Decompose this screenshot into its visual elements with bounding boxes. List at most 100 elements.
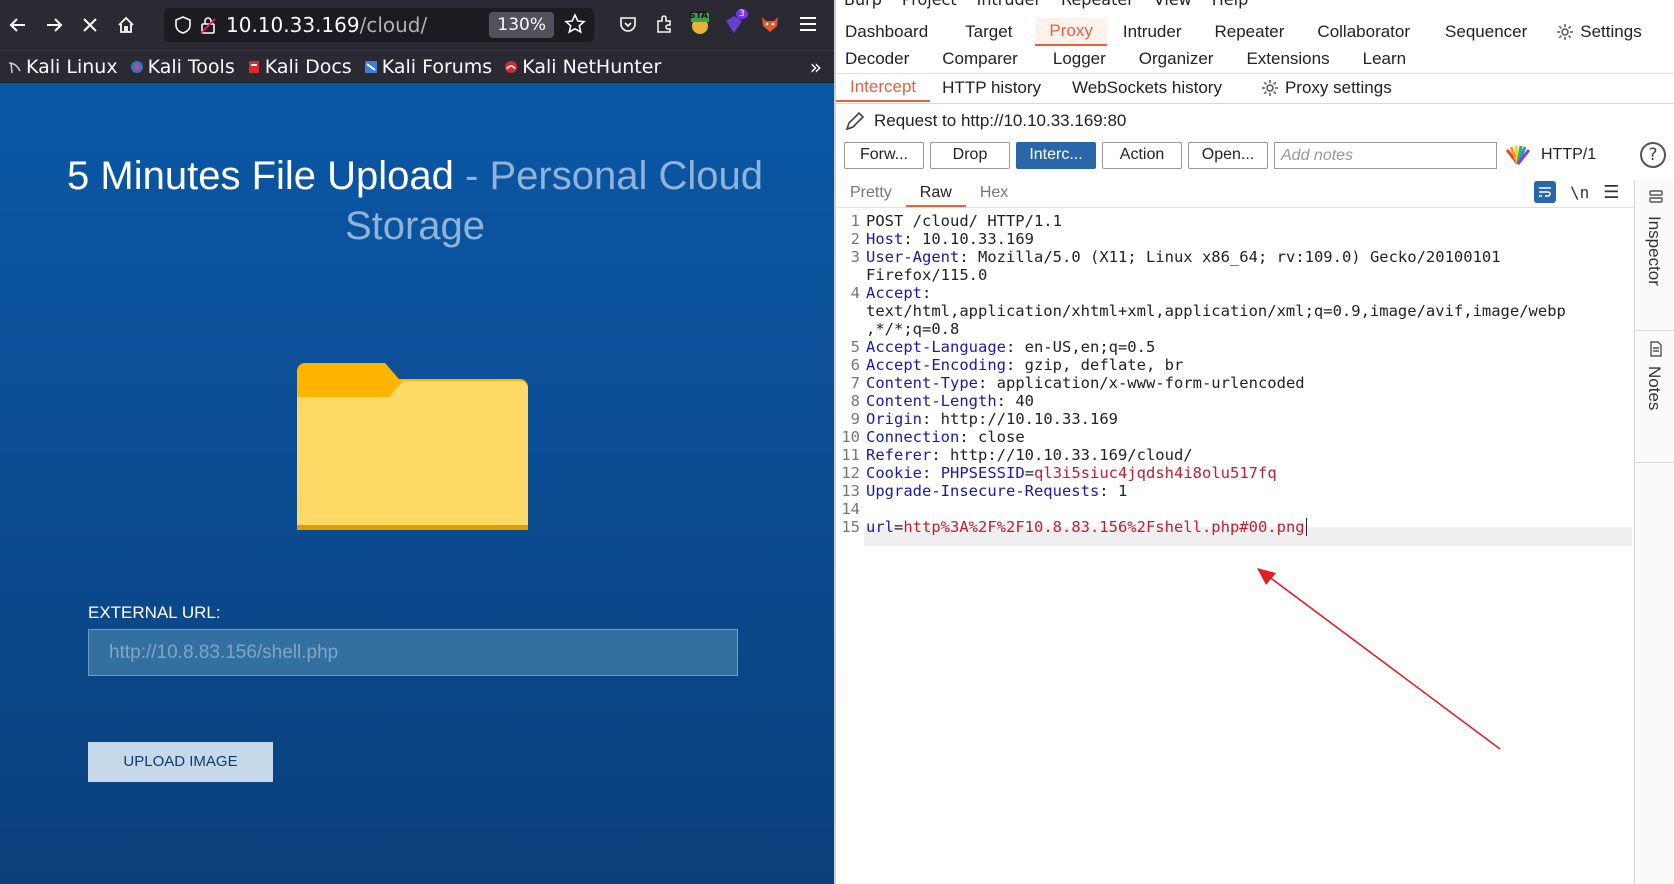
sta-extension-icon[interactable]: STA — [688, 11, 712, 36]
open-browser-button[interactable]: Open... — [1188, 141, 1268, 169]
tab-comparer[interactable]: Comparer — [922, 45, 1031, 73]
insecure-lock-icon[interactable] — [200, 16, 216, 34]
bookmark-kali-linux[interactable]: Kali Linux — [8, 56, 118, 78]
cookie-name: PHPSESSID — [940, 464, 1025, 482]
external-url-label: EXTERNAL URL: — [88, 603, 221, 622]
inspector-icon[interactable] — [1647, 188, 1665, 206]
main-tabs-row-1: Dashboard Target Proxy Intruder Repeater… — [836, 18, 1655, 46]
bookmarks-overflow-chevron-icon[interactable]: » — [810, 55, 822, 79]
tab-http-history[interactable]: HTTP history — [930, 74, 1054, 102]
tab-intruder[interactable]: Intruder — [1107, 18, 1195, 46]
request-target-text: Request to http://10.10.33.169:80 — [874, 111, 1127, 130]
forward-button[interactable] — [36, 7, 72, 43]
burp-menu-bar: Burp Project Intruder Repeater View Help — [836, 0, 1260, 10]
tab-extensions[interactable]: Extensions — [1226, 45, 1342, 73]
home-button[interactable] — [108, 7, 144, 43]
app-menu-icon[interactable] — [796, 12, 820, 36]
notes-input[interactable]: Add notes — [1274, 141, 1497, 169]
line-number: 13 — [841, 482, 860, 500]
gear-icon — [1557, 24, 1574, 40]
tab-hex[interactable]: Hex — [966, 180, 1022, 207]
header-line: Accept: — [866, 284, 932, 302]
extension-badge: 3 — [736, 9, 748, 19]
line-number: 8 — [850, 392, 860, 410]
settings-label: Settings — [1580, 22, 1642, 41]
tab-collaborator[interactable]: Collaborator — [1297, 18, 1423, 46]
header-line: Accept-Encoding: gzip, deflate, br — [866, 356, 1184, 374]
web-page: 5 Minutes File Upload - Personal Cloud S… — [0, 83, 834, 884]
notes-tab[interactable]: Notes — [1644, 366, 1664, 410]
tab-intercept[interactable]: Intercept — [836, 74, 931, 102]
shield-icon[interactable] — [174, 16, 192, 34]
external-url-input[interactable]: http://10.8.83.156/shell.php — [88, 629, 738, 676]
tab-proxy[interactable]: Proxy — [1035, 18, 1107, 46]
show-newlines-toggle[interactable]: \n — [1570, 183, 1589, 202]
forward-button[interactable]: Forw... — [844, 141, 924, 169]
firefox-window: 10.10.33.169/cloud/ 130% STA 3 Kali Linu… — [0, 0, 834, 884]
inspector-tab[interactable]: Inspector — [1644, 216, 1664, 286]
intercept-toggle-button[interactable]: Interc... — [1016, 141, 1096, 169]
pencil-icon[interactable] — [844, 110, 866, 132]
header-value: Mozilla/5.0 (X11; Linux x86_64; rv:109.0… — [968, 248, 1501, 266]
bookmark-kali-nethunter[interactable]: Kali NetHunter — [504, 56, 661, 78]
header-line: Connection: close — [866, 428, 1025, 446]
menu-burp[interactable]: Burp — [844, 0, 882, 10]
menu-help[interactable]: Help — [1212, 0, 1248, 10]
header-name: Connection — [866, 428, 960, 446]
foxyproxy-icon[interactable] — [758, 12, 782, 36]
help-icon[interactable]: ? — [1640, 142, 1666, 168]
action-button[interactable]: Action — [1102, 141, 1182, 169]
word-wrap-icon[interactable] — [1534, 181, 1556, 203]
kali-docs-icon — [248, 60, 259, 73]
bookmark-star-icon[interactable] — [564, 13, 586, 35]
tab-learn[interactable]: Learn — [1343, 45, 1419, 73]
tab-decoder[interactable]: Decoder — [836, 45, 922, 73]
header-line: Accept-Language: en-US,en;q=0.5 — [866, 338, 1156, 356]
header-value: application/x-www-form-urlencoded — [987, 374, 1305, 392]
extensions-puzzle-icon[interactable] — [652, 12, 676, 36]
menu-intruder[interactable]: Intruder — [977, 0, 1041, 10]
line-number: 12 — [841, 464, 860, 482]
tab-repeater[interactable]: Repeater — [1194, 18, 1297, 46]
bookmark-kali-tools[interactable]: Kali Tools — [130, 56, 235, 78]
tab-organizer[interactable]: Organizer — [1119, 45, 1227, 73]
upload-image-button[interactable]: UPLOAD IMAGE — [88, 742, 273, 782]
tab-target[interactable]: Target — [941, 18, 1025, 46]
kali-dragon-icon — [8, 61, 21, 73]
page-title: 5 Minutes File Upload - Personal Cloud S… — [30, 151, 800, 251]
header-line: Upgrade-Insecure-Requests: 1 — [866, 482, 1128, 500]
url-bar[interactable]: 10.10.33.169/cloud/ 130% — [164, 8, 594, 42]
header-name: Upgrade-Insecure-Requests — [866, 482, 1100, 500]
tab-settings[interactable]: Settings — [1540, 18, 1654, 46]
menu-project[interactable]: Project — [902, 0, 957, 10]
bookmark-kali-forums[interactable]: Kali Forums — [364, 56, 492, 78]
http-version-label[interactable]: HTTP/1 — [1541, 146, 1596, 164]
tab-pretty[interactable]: Pretty — [836, 180, 906, 207]
request-editor[interactable]: 1 POST /cloud/ HTTP/1.1 2 Host: 10.10.33… — [836, 208, 1634, 884]
notes-icon[interactable] — [1647, 340, 1665, 358]
stop-button[interactable] — [72, 7, 108, 43]
proxy-settings-button[interactable]: Proxy settings — [1235, 74, 1405, 102]
hackbar-extension-icon[interactable]: 3 — [722, 9, 748, 36]
tab-raw[interactable]: Raw — [905, 180, 966, 207]
header-value — [931, 464, 940, 482]
header-name: Accept — [866, 284, 922, 302]
tab-dashboard[interactable]: Dashboard — [836, 18, 941, 46]
url-text[interactable]: 10.10.33.169/cloud/ — [226, 13, 427, 37]
kali-forums-icon — [364, 60, 377, 73]
pocket-icon[interactable] — [616, 12, 640, 36]
back-button[interactable] — [0, 7, 36, 43]
drop-button[interactable]: Drop — [930, 141, 1010, 169]
header-value: 40 — [1006, 392, 1034, 410]
inspector-sidebar: Inspector Notes — [1634, 180, 1674, 884]
zoom-indicator[interactable]: 130% — [489, 12, 554, 38]
line-number: 1 — [850, 212, 860, 230]
tab-sequencer[interactable]: Sequencer — [1423, 18, 1540, 46]
menu-view[interactable]: View — [1154, 0, 1192, 10]
tab-logger[interactable]: Logger — [1031, 45, 1119, 73]
menu-repeater[interactable]: Repeater — [1061, 0, 1134, 10]
tab-websockets-history[interactable]: WebSockets history — [1054, 74, 1235, 102]
editor-menu-icon[interactable]: ☰ — [1603, 182, 1619, 203]
bookmark-kali-docs[interactable]: Kali Docs — [247, 56, 352, 78]
highlight-color-icon[interactable] — [1505, 144, 1531, 166]
